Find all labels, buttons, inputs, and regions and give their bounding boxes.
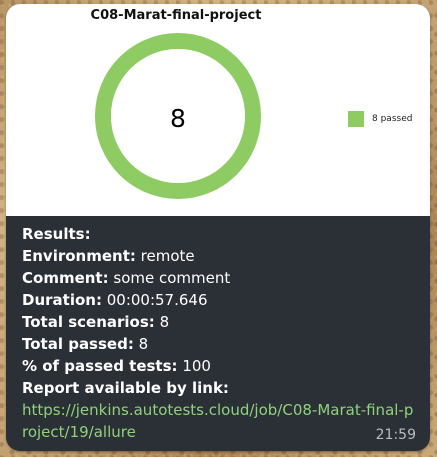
- allure-chart-image[interactable]: C08-Marat-final-project 8 8 passed: [6, 4, 430, 216]
- total-passed-label: Total passed:: [22, 335, 134, 353]
- total-scenarios-row: Total scenarios: 8: [22, 311, 418, 333]
- total-passed-value: 8: [138, 335, 149, 353]
- passed-percent-label: % of passed tests:: [22, 357, 178, 375]
- duration-label: Duration:: [22, 291, 102, 309]
- message-text: Results: Environment: remote Comment: so…: [22, 223, 418, 443]
- donut-chart: [95, 33, 261, 199]
- duration-row: Duration: 00:00:57.646: [22, 289, 418, 311]
- passed-percent-value: 100: [182, 357, 211, 375]
- chart-legend: 8 passed: [348, 111, 412, 127]
- message-bubble: C08-Marat-final-project 8 8 passed Resul…: [6, 4, 430, 451]
- environment-value: remote: [140, 247, 195, 265]
- comment-label: Comment:: [22, 269, 109, 287]
- duration-value: 00:00:57.646: [106, 291, 208, 309]
- total-passed-row: Total passed: 8: [22, 333, 418, 355]
- passed-percent-row: % of passed tests: 100: [22, 355, 418, 377]
- environment-row: Environment: remote: [22, 245, 418, 267]
- message-time: 21:59: [375, 427, 416, 443]
- passed-legend-swatch: [348, 111, 364, 127]
- environment-label: Environment:: [22, 247, 136, 265]
- donut-center-value: 8: [170, 104, 186, 133]
- total-scenarios-value: 8: [159, 313, 170, 331]
- comment-row: Comment: some comment: [22, 267, 418, 289]
- total-scenarios-label: Total scenarios:: [22, 313, 155, 331]
- report-label: Report available by link:: [22, 379, 229, 397]
- passed-legend-label: 8 passed: [372, 114, 413, 124]
- results-heading: Results:: [22, 225, 91, 243]
- report-link[interactable]: https://jenkins.autotests.cloud/job/C08-…: [22, 399, 418, 443]
- comment-value: some comment: [113, 269, 231, 287]
